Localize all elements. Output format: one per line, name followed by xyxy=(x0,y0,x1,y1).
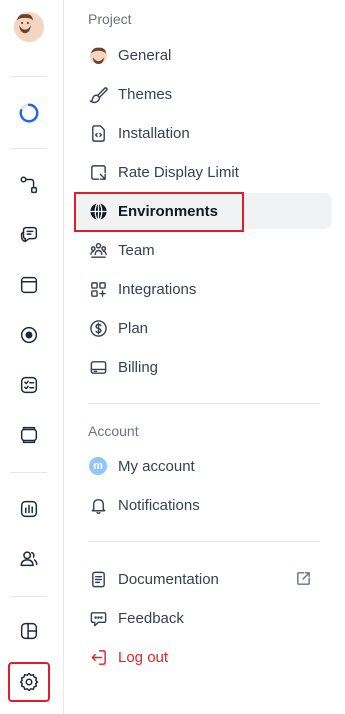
menu-item-label: Integrations xyxy=(118,280,197,298)
menu-item-label: Feedback xyxy=(118,609,184,627)
users-icon[interactable] xyxy=(12,542,46,576)
menu-item-documentation[interactable]: Documentation xyxy=(74,561,332,597)
menu-item-label: Log out xyxy=(118,648,169,666)
menu-item-label: Rate Display Limit xyxy=(118,163,239,181)
route-icon[interactable] xyxy=(12,168,46,202)
menu-item-label: Documentation xyxy=(118,570,219,588)
menu-item-integrations[interactable]: Integrations xyxy=(74,271,332,307)
team-icon xyxy=(88,240,108,260)
layout-icon[interactable] xyxy=(12,614,46,648)
checklist-icon[interactable] xyxy=(12,368,46,402)
menu-item-themes[interactable]: Themes xyxy=(74,76,332,112)
menu-item-label: Themes xyxy=(118,85,173,103)
menu-item-label: Billing xyxy=(118,358,159,376)
analytics-icon[interactable] xyxy=(12,492,46,526)
menu-item-my-account[interactable]: m My account xyxy=(74,448,332,484)
menu-item-label: General xyxy=(118,46,172,64)
feedback-icon xyxy=(88,608,108,628)
section-label-project: Project xyxy=(88,11,132,27)
external-link-icon xyxy=(295,570,312,591)
menu-item-label: Notifications xyxy=(118,496,200,514)
menu-item-notifications[interactable]: Notifications xyxy=(74,487,332,523)
brush-icon xyxy=(88,84,108,104)
menu-item-billing[interactable]: Billing xyxy=(74,349,332,385)
menu-item-rate-display-limit[interactable]: Rate Display Limit xyxy=(74,154,332,190)
icon-rail xyxy=(0,0,64,714)
menu-item-label: My account xyxy=(118,457,195,475)
code-file-icon xyxy=(88,123,108,143)
menu-item-label: Team xyxy=(118,241,155,259)
window-icon[interactable] xyxy=(12,268,46,302)
menu-item-plan[interactable]: Plan xyxy=(74,310,332,346)
record-icon[interactable] xyxy=(12,318,46,352)
rate-limit-icon xyxy=(88,162,108,182)
document-icon xyxy=(88,569,108,589)
section-label-account: Account xyxy=(88,423,139,439)
menu-item-feedback[interactable]: Feedback xyxy=(74,600,332,636)
settings-button[interactable] xyxy=(8,662,50,702)
divider xyxy=(88,541,320,542)
profile-avatar[interactable] xyxy=(12,10,46,44)
divider xyxy=(88,403,320,404)
account-avatar: m xyxy=(88,456,108,476)
tablet-icon[interactable] xyxy=(12,418,46,452)
credit-card-icon xyxy=(88,357,108,377)
highlight-box xyxy=(74,192,244,232)
menu-item-general[interactable]: General xyxy=(74,37,332,73)
menu-item-team[interactable]: Team xyxy=(74,232,332,268)
integrations-icon xyxy=(88,279,108,299)
menu-item-label: Installation xyxy=(118,124,190,142)
menu-item-installation[interactable]: Installation xyxy=(74,115,332,151)
bell-icon xyxy=(88,495,108,515)
menu-item-label: Plan xyxy=(118,319,149,337)
avatar-icon xyxy=(14,12,44,42)
progress-ring-icon[interactable] xyxy=(12,96,46,130)
dollar-icon xyxy=(88,318,108,338)
chat-bubbles-icon[interactable] xyxy=(12,218,46,252)
gear-icon xyxy=(19,672,39,692)
user-avatar-icon xyxy=(88,45,108,65)
menu-item-log-out[interactable]: Log out xyxy=(74,639,332,675)
logout-icon xyxy=(88,647,108,667)
